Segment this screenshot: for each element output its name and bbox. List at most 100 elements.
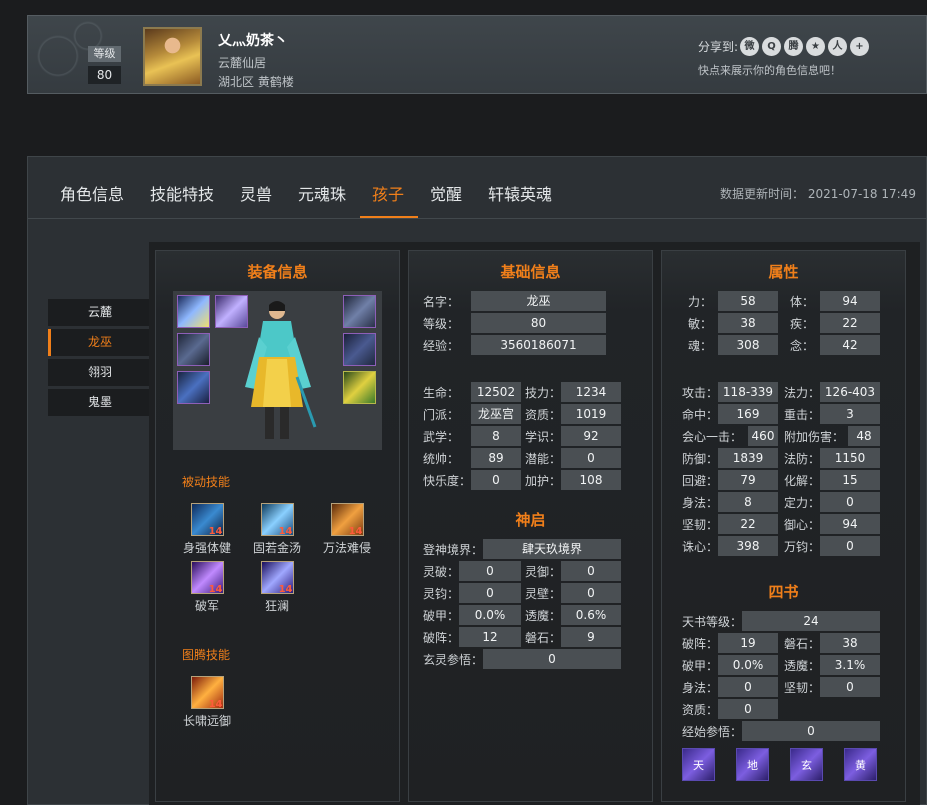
sishu-jianren-value: 0	[820, 677, 880, 697]
command-value: 89	[471, 448, 521, 468]
defense-label: 防御：	[682, 452, 719, 466]
hit-value: 169	[718, 404, 778, 424]
skill-item[interactable]: 14 长啸远御	[172, 676, 242, 729]
book-huang-icon[interactable]: 黄	[844, 748, 877, 781]
realm-value: 肆天玖境界	[483, 539, 621, 559]
iron-defense-icon: 14	[260, 503, 294, 537]
resolve-label: 化解：	[784, 474, 821, 488]
extra-damage-label: 附加伤害：	[784, 430, 845, 444]
speed-label: 疾：	[790, 317, 815, 331]
level-label: 等级：	[423, 317, 460, 331]
more-icon[interactable]: +	[850, 37, 869, 56]
crit-label: 会心一击：	[682, 430, 743, 444]
realm-label: 登神境界：	[423, 543, 484, 557]
magic-immunity-icon: 14	[330, 503, 364, 537]
sishu-jianren-label: 坚韧：	[784, 681, 821, 695]
pozhen-value: 12	[459, 627, 521, 647]
shenqi-title: 神启	[515, 511, 546, 529]
tab-pets[interactable]: 灵兽	[240, 181, 272, 205]
protect-value: 108	[561, 470, 621, 490]
potential-label: 潜能：	[525, 452, 562, 466]
update-time: 数据更新时间： 2021-07-18 17:49	[720, 187, 916, 201]
active-tab-indicator	[360, 216, 418, 218]
share-icons: 微 Q 腾 ★ 人 +	[740, 37, 869, 56]
lingjun-label: 灵钧：	[423, 587, 460, 601]
totem-skills-title: 图腾技能	[182, 648, 231, 662]
magic-defense-label: 法防：	[784, 452, 821, 466]
book-di-icon[interactable]: 地	[736, 748, 769, 781]
protect-label: 加护：	[525, 474, 562, 488]
tab-soul-beads[interactable]: 元魂珠	[298, 181, 346, 205]
martial-value: 8	[471, 426, 521, 446]
toumo-label: 透魔：	[525, 609, 562, 623]
lingyu-label: 灵御：	[525, 565, 562, 579]
attack-value: 118-339	[718, 382, 778, 402]
qzone-icon[interactable]: Q	[762, 37, 781, 56]
passive-skills-title: 被动技能	[182, 475, 231, 489]
skill-item[interactable]: 14 身强体健	[172, 503, 242, 556]
wanjun-value: 0	[820, 536, 880, 556]
sishu-panshi-value: 38	[820, 633, 880, 653]
book-tian-icon[interactable]: 天	[682, 748, 715, 781]
weibo-icon[interactable]: 微	[740, 37, 759, 56]
skill-item[interactable]: 14 狂澜	[242, 561, 312, 614]
boots-slot-icon[interactable]	[177, 371, 210, 404]
renren-icon[interactable]: 人	[828, 37, 847, 56]
skill-power-value: 1234	[561, 382, 621, 402]
equipment-box: 装备信息 被动技能 14 身强体健 14 固若金汤 14 万法难侵 14 破军 …	[155, 250, 400, 802]
tencent-weibo-icon[interactable]: 腾	[784, 37, 803, 56]
dodge-label: 回避：	[682, 474, 719, 488]
toumo-value: 0.6%	[561, 605, 621, 625]
share-hint: 快点来展示你的角色信息吧！	[698, 64, 841, 77]
main-panel: 角色信息 技能特技 灵兽 元魂珠 孩子 觉醒 轩辕英魂 数据更新时间： 2021…	[27, 156, 927, 805]
yuxin-value: 94	[820, 514, 880, 534]
soul-value: 308	[718, 335, 778, 355]
chest-slot-icon[interactable]	[177, 333, 210, 366]
detail-area: 装备信息 被动技能 14 身强体健 14 固若金汤 14 万法难侵 14 破军 …	[149, 242, 920, 805]
side-item-lingyu[interactable]: 翎羽	[48, 359, 149, 386]
strength-value: 58	[718, 291, 778, 311]
sishu-panshi-label: 磐石：	[784, 637, 821, 651]
lingpo-label: 灵破：	[423, 565, 460, 579]
heavy-strike-label: 重击：	[784, 408, 821, 422]
skill-item[interactable]: 14 固若金汤	[242, 503, 312, 556]
wanjun-label: 万钧：	[784, 540, 821, 554]
mind-value: 42	[820, 335, 880, 355]
dodge-value: 79	[718, 470, 778, 490]
school-label: 门派：	[423, 408, 460, 422]
side-item-guimo[interactable]: 鬼墨	[48, 389, 149, 416]
accessory-slot-icon[interactable]	[343, 371, 376, 404]
pants-slot-icon[interactable]	[343, 333, 376, 366]
favorite-icon[interactable]: ★	[806, 37, 825, 56]
pojia-label: 破甲：	[423, 609, 460, 623]
potential-value: 0	[561, 448, 621, 468]
side-item-longwu[interactable]: 龙巫	[48, 329, 149, 356]
extra-damage-value: 48	[848, 426, 880, 446]
jingshi-value: 0	[742, 721, 880, 741]
level-value: 80	[471, 313, 606, 333]
tab-role-info[interactable]: 角色信息	[60, 181, 124, 205]
side-item-yunlu[interactable]: 云麓	[48, 299, 149, 326]
lingpo-value: 0	[459, 561, 521, 581]
level-label: 等级	[88, 46, 121, 62]
avatar[interactable]	[143, 27, 202, 86]
sishu-title: 四书	[768, 583, 799, 601]
sishu-pojia-value: 0.0%	[718, 655, 778, 675]
player-server: 云麓仙居	[218, 56, 267, 70]
tab-children[interactable]: 孩子	[372, 181, 404, 205]
helmet-slot-icon[interactable]	[343, 295, 376, 328]
tab-xuanyuan-soul[interactable]: 轩辕英魂	[488, 181, 552, 205]
yuxin-label: 御心：	[784, 518, 821, 532]
tab-awakening[interactable]: 觉醒	[430, 181, 462, 205]
panshi-label: 磐石：	[525, 631, 562, 645]
weapon-slot-icon[interactable]	[177, 295, 210, 328]
xuanling-value: 0	[483, 649, 621, 669]
skill-item[interactable]: 14 破军	[172, 561, 242, 614]
sishu-zizhi-value: 0	[718, 699, 778, 719]
book-xuan-icon[interactable]: 玄	[790, 748, 823, 781]
break-army-icon: 14	[190, 561, 224, 595]
skill-item[interactable]: 14 万法难侵	[312, 503, 382, 556]
tab-skills[interactable]: 技能特技	[150, 181, 214, 205]
long-roar-icon: 14	[190, 676, 224, 710]
agility-label: 敏：	[688, 317, 713, 331]
